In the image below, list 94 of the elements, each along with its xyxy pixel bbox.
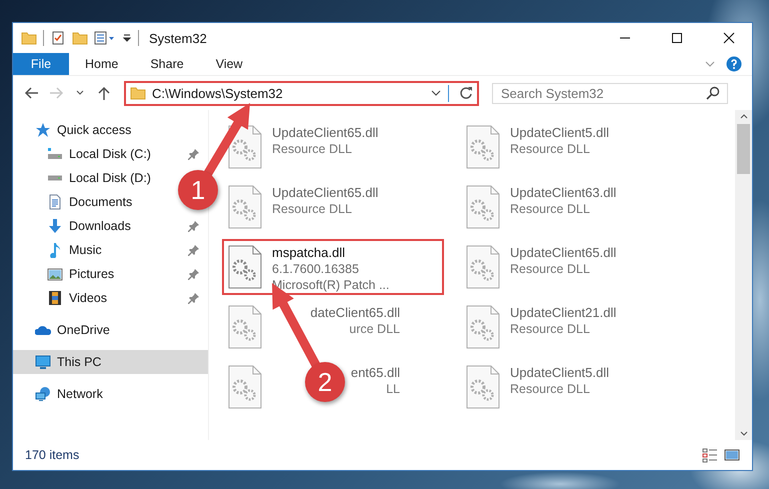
file-detail: Resource DLL bbox=[510, 141, 590, 157]
settings-file-icon bbox=[228, 245, 262, 289]
settings-file-icon bbox=[466, 305, 500, 349]
nav-item[interactable]: Pictures bbox=[13, 262, 208, 286]
customize-toolbar-icon bbox=[94, 30, 116, 46]
film-icon bbox=[47, 290, 63, 306]
file-name: UpdateClient65.dll bbox=[510, 245, 616, 261]
search-field[interactable]: Search System32 bbox=[492, 82, 728, 104]
network-icon bbox=[35, 386, 51, 402]
nav-label: Music bbox=[69, 243, 103, 257]
folder-icon bbox=[130, 85, 146, 101]
back-arrow-icon bbox=[24, 85, 40, 101]
refresh-icon bbox=[459, 86, 473, 100]
nav-label: Local Disk (C:) bbox=[69, 147, 152, 161]
nav-item[interactable]: Local Disk (D:) bbox=[13, 166, 159, 190]
star-icon bbox=[35, 122, 51, 138]
nav-label: Pictures bbox=[69, 267, 116, 281]
nav-item[interactable]: This PC bbox=[13, 350, 208, 374]
file-name: UpdateClient65.dll bbox=[272, 125, 378, 141]
nav-item[interactable]: Quick access bbox=[13, 118, 140, 142]
music-note-icon bbox=[47, 242, 63, 258]
file-detail: 6.1.7600.16385 bbox=[272, 261, 359, 277]
file-name: UpdateClient21.dll bbox=[510, 305, 616, 321]
nav-item[interactable]: Music bbox=[13, 238, 208, 262]
nav-label: OneDrive bbox=[57, 323, 110, 337]
ribbon-tab[interactable]: Home bbox=[69, 53, 134, 75]
file-detail: Resource DLL bbox=[510, 201, 590, 217]
nav-item[interactable]: Network bbox=[13, 382, 111, 406]
file-detail: Resource DLL bbox=[272, 201, 352, 217]
file-detail: Microsoft(R) Patch ... bbox=[272, 277, 390, 293]
pin-icon bbox=[188, 220, 200, 232]
settings-file-icon bbox=[466, 125, 500, 169]
address-field[interactable]: C:\Windows\System32 bbox=[125, 82, 478, 104]
file-name: UpdateClient63.dll bbox=[510, 185, 616, 201]
large-icons-view-icon bbox=[724, 447, 740, 463]
nav-label: Videos bbox=[69, 291, 108, 305]
nav-label: This PC bbox=[57, 355, 102, 369]
drive-icon bbox=[47, 175, 63, 181]
settings-file-icon bbox=[228, 365, 262, 409]
file-item[interactable]: mspatcha.dll 6.1.7600.16385 Microsoft(R) Patch ... bbox=[222, 239, 444, 295]
settings-file-icon bbox=[228, 305, 262, 349]
nav-item[interactable]: Videos bbox=[13, 286, 208, 310]
file-name: UpdateClient5.dll bbox=[510, 125, 610, 141]
file-detail: urce DLL bbox=[349, 321, 400, 337]
up-arrow-icon bbox=[96, 85, 112, 101]
nav-item[interactable]: OneDrive bbox=[13, 318, 118, 342]
nav-item[interactable]: Documents bbox=[13, 190, 140, 214]
scrollbar[interactable] bbox=[735, 110, 752, 440]
settings-file-icon bbox=[466, 245, 500, 289]
file-detail: LL bbox=[386, 381, 400, 397]
nav-item[interactable]: Downloads bbox=[13, 214, 208, 238]
drive-icon bbox=[47, 148, 63, 160]
pin-icon bbox=[188, 148, 200, 160]
nav-label: Documents bbox=[69, 195, 132, 209]
pin-icon bbox=[188, 292, 200, 304]
file-name: dateClient65.dll bbox=[310, 305, 400, 321]
nav-label: Network bbox=[57, 387, 103, 401]
help-icon bbox=[726, 56, 742, 72]
address-path: C:\Windows\System32 bbox=[152, 86, 284, 100]
monitor-icon bbox=[35, 354, 51, 370]
pictures-icon bbox=[47, 266, 63, 282]
settings-file-icon bbox=[466, 365, 500, 409]
settings-file-icon bbox=[228, 185, 262, 229]
search-icon bbox=[706, 86, 720, 100]
file-detail: Resource DLL bbox=[272, 141, 352, 157]
nav-item[interactable]: Local Disk (C:) bbox=[13, 142, 208, 166]
download-icon bbox=[47, 218, 63, 234]
file-detail: Resource DLL bbox=[510, 261, 590, 277]
ribbon-tab[interactable]: View bbox=[200, 53, 259, 75]
scrollbar-thumb[interactable] bbox=[737, 124, 750, 174]
forward-arrow-icon bbox=[48, 85, 64, 101]
nav-label: Local Disk (D:) bbox=[69, 171, 151, 185]
file-name: ent65.dll bbox=[350, 365, 400, 381]
folder-icon bbox=[21, 30, 37, 46]
properties-icon bbox=[50, 30, 66, 46]
pin-icon bbox=[188, 244, 200, 256]
maximize-icon bbox=[671, 32, 683, 44]
file-name: mspatcha.dll bbox=[272, 245, 345, 261]
file-name: UpdateClient5.dll bbox=[510, 365, 610, 381]
pin-icon bbox=[188, 268, 200, 280]
nav-label: Downloads bbox=[69, 219, 132, 233]
file-detail: Resource DLL bbox=[510, 321, 590, 337]
new-folder-icon bbox=[72, 30, 88, 46]
ribbon-tab[interactable]: Share bbox=[134, 53, 200, 75]
file-detail: Resource DLL bbox=[510, 381, 590, 397]
close-icon bbox=[723, 32, 735, 44]
item-count: 170 items bbox=[25, 448, 80, 462]
file-name: UpdateClient65.dll bbox=[272, 185, 378, 201]
file-tab[interactable]: File bbox=[13, 53, 69, 75]
details-view-icon bbox=[702, 447, 718, 463]
settings-file-icon bbox=[466, 185, 500, 229]
window-title: System32 bbox=[149, 30, 208, 46]
nav-label: Quick access bbox=[57, 123, 132, 137]
document-icon bbox=[47, 194, 63, 210]
